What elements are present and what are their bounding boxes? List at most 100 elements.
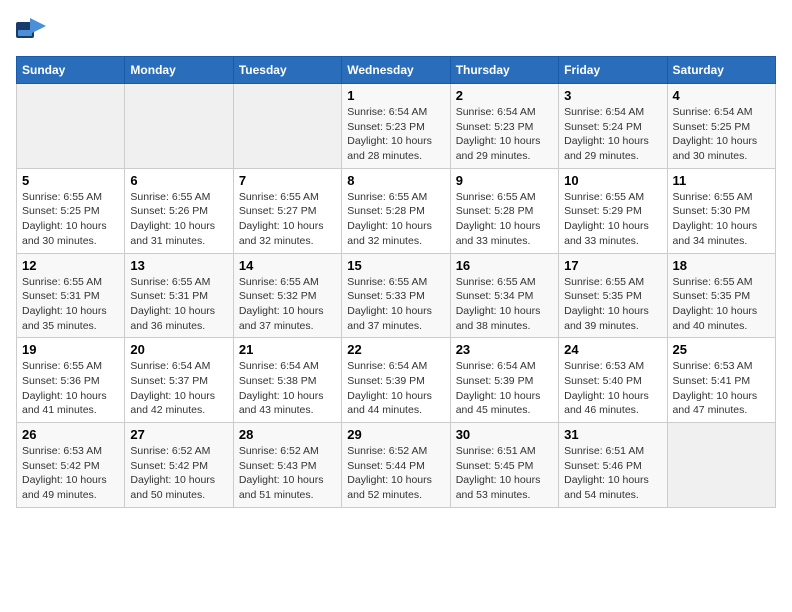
calendar-cell: 30 Sunrise: 6:51 AMSunset: 5:45 PMDayligh… xyxy=(450,423,558,508)
day-number: 6 xyxy=(130,173,227,188)
calendar-cell: 31 Sunrise: 6:51 AMSunset: 5:46 PMDayligh… xyxy=(559,423,667,508)
calendar-week-row: 12 Sunrise: 6:55 AMSunset: 5:31 PMDayligh… xyxy=(17,253,776,338)
calendar-cell: 5Sunrise: 6:55 AMSunset: 5:25 PMDaylight… xyxy=(17,168,125,253)
day-number: 15 xyxy=(347,258,444,273)
calendar-cell: 17 Sunrise: 6:55 AMSunset: 5:35 PMDayligh… xyxy=(559,253,667,338)
day-info: Sunrise: 6:55 AMSunset: 5:28 PMDaylight:… xyxy=(347,190,444,249)
day-number: 28 xyxy=(239,427,336,442)
day-number: 22 xyxy=(347,342,444,357)
calendar-cell xyxy=(125,84,233,169)
calendar-cell: 24 Sunrise: 6:53 AMSunset: 5:40 PMDayligh… xyxy=(559,338,667,423)
calendar-cell: 20 Sunrise: 6:54 AMSunset: 5:37 PMDayligh… xyxy=(125,338,233,423)
calendar-cell: 19 Sunrise: 6:55 AMSunset: 5:36 PMDayligh… xyxy=(17,338,125,423)
day-info: Sunrise: 6:53 AMSunset: 5:40 PMDaylight:… xyxy=(564,359,661,418)
day-info: Sunrise: 6:54 AMSunset: 5:37 PMDaylight:… xyxy=(130,359,227,418)
calendar-header: SundayMondayTuesdayWednesdayThursdayFrid… xyxy=(17,57,776,84)
day-info: Sunrise: 6:55 AMSunset: 5:25 PMDaylight:… xyxy=(22,190,119,249)
calendar-cell: 29Sunrise: 6:52 AMSunset: 5:44 PMDayligh… xyxy=(342,423,450,508)
day-number: 17 xyxy=(564,258,661,273)
day-info: Sunrise: 6:51 AMSunset: 5:46 PMDaylight:… xyxy=(564,444,661,503)
day-number: 24 xyxy=(564,342,661,357)
calendar-cell: 23 Sunrise: 6:54 AMSunset: 5:39 PMDayligh… xyxy=(450,338,558,423)
day-number: 14 xyxy=(239,258,336,273)
calendar-table: SundayMondayTuesdayWednesdayThursdayFrid… xyxy=(16,56,776,508)
day-info: Sunrise: 6:55 AMSunset: 5:29 PMDaylight:… xyxy=(564,190,661,249)
calendar-cell: 6 Sunrise: 6:55 AMSunset: 5:26 PMDaylight… xyxy=(125,168,233,253)
calendar-cell: 12 Sunrise: 6:55 AMSunset: 5:31 PMDayligh… xyxy=(17,253,125,338)
day-number: 8 xyxy=(347,173,444,188)
day-info: Sunrise: 6:55 AMSunset: 5:36 PMDaylight:… xyxy=(22,359,119,418)
calendar-week-row: 19 Sunrise: 6:55 AMSunset: 5:36 PMDayligh… xyxy=(17,338,776,423)
calendar-cell: 13Sunrise: 6:55 AMSunset: 5:31 PMDayligh… xyxy=(125,253,233,338)
calendar-body: 1 Sunrise: 6:54 AMSunset: 5:23 PMDaylight… xyxy=(17,84,776,508)
day-info: Sunrise: 6:55 AMSunset: 5:34 PMDaylight:… xyxy=(456,275,553,334)
calendar-cell xyxy=(17,84,125,169)
day-info: Sunrise: 6:54 AMSunset: 5:24 PMDaylight:… xyxy=(564,105,661,164)
calendar-week-row: 26Sunrise: 6:53 AMSunset: 5:42 PMDayligh… xyxy=(17,423,776,508)
day-number: 2 xyxy=(456,88,553,103)
page-header xyxy=(16,16,776,44)
day-number: 3 xyxy=(564,88,661,103)
day-info: Sunrise: 6:54 AMSunset: 5:39 PMDaylight:… xyxy=(347,359,444,418)
day-info: Sunrise: 6:55 AMSunset: 5:30 PMDaylight:… xyxy=(673,190,770,249)
day-info: Sunrise: 6:54 AMSunset: 5:23 PMDaylight:… xyxy=(456,105,553,164)
weekday-header: Friday xyxy=(559,57,667,84)
calendar-cell: 25 Sunrise: 6:53 AMSunset: 5:41 PMDayligh… xyxy=(667,338,775,423)
day-info: Sunrise: 6:54 AMSunset: 5:38 PMDaylight:… xyxy=(239,359,336,418)
calendar-cell: 10Sunrise: 6:55 AMSunset: 5:29 PMDayligh… xyxy=(559,168,667,253)
day-number: 21 xyxy=(239,342,336,357)
weekday-header: Saturday xyxy=(667,57,775,84)
calendar-cell: 11 Sunrise: 6:55 AMSunset: 5:30 PMDayligh… xyxy=(667,168,775,253)
day-info: Sunrise: 6:53 AMSunset: 5:41 PMDaylight:… xyxy=(673,359,770,418)
day-info: Sunrise: 6:55 AMSunset: 5:35 PMDaylight:… xyxy=(564,275,661,334)
calendar-cell: 22 Sunrise: 6:54 AMSunset: 5:39 PMDayligh… xyxy=(342,338,450,423)
day-info: Sunrise: 6:55 AMSunset: 5:31 PMDaylight:… xyxy=(22,275,119,334)
day-number: 18 xyxy=(673,258,770,273)
day-info: Sunrise: 6:55 AMSunset: 5:32 PMDaylight:… xyxy=(239,275,336,334)
day-number: 20 xyxy=(130,342,227,357)
day-info: Sunrise: 6:55 AMSunset: 5:26 PMDaylight:… xyxy=(130,190,227,249)
day-info: Sunrise: 6:52 AMSunset: 5:42 PMDaylight:… xyxy=(130,444,227,503)
day-info: Sunrise: 6:54 AMSunset: 5:25 PMDaylight:… xyxy=(673,105,770,164)
calendar-cell xyxy=(233,84,341,169)
day-number: 9 xyxy=(456,173,553,188)
day-number: 25 xyxy=(673,342,770,357)
day-info: Sunrise: 6:54 AMSunset: 5:23 PMDaylight:… xyxy=(347,105,444,164)
day-number: 7 xyxy=(239,173,336,188)
calendar-cell: 1 Sunrise: 6:54 AMSunset: 5:23 PMDaylight… xyxy=(342,84,450,169)
calendar-cell: 16 Sunrise: 6:55 AMSunset: 5:34 PMDayligh… xyxy=(450,253,558,338)
calendar-cell: 28 Sunrise: 6:52 AMSunset: 5:43 PMDayligh… xyxy=(233,423,341,508)
weekday-header: Thursday xyxy=(450,57,558,84)
header-row: SundayMondayTuesdayWednesdayThursdayFrid… xyxy=(17,57,776,84)
day-info: Sunrise: 6:55 AMSunset: 5:33 PMDaylight:… xyxy=(347,275,444,334)
calendar-cell: 21 Sunrise: 6:54 AMSunset: 5:38 PMDayligh… xyxy=(233,338,341,423)
day-number: 30 xyxy=(456,427,553,442)
calendar-week-row: 1 Sunrise: 6:54 AMSunset: 5:23 PMDaylight… xyxy=(17,84,776,169)
day-number: 1 xyxy=(347,88,444,103)
weekday-header: Wednesday xyxy=(342,57,450,84)
day-number: 23 xyxy=(456,342,553,357)
day-number: 27 xyxy=(130,427,227,442)
calendar-cell: 8 Sunrise: 6:55 AMSunset: 5:28 PMDaylight… xyxy=(342,168,450,253)
day-info: Sunrise: 6:55 AMSunset: 5:27 PMDaylight:… xyxy=(239,190,336,249)
calendar-cell xyxy=(667,423,775,508)
calendar-cell: 26Sunrise: 6:53 AMSunset: 5:42 PMDayligh… xyxy=(17,423,125,508)
weekday-header: Monday xyxy=(125,57,233,84)
calendar-cell: 2 Sunrise: 6:54 AMSunset: 5:23 PMDaylight… xyxy=(450,84,558,169)
weekday-header: Tuesday xyxy=(233,57,341,84)
day-info: Sunrise: 6:55 AMSunset: 5:28 PMDaylight:… xyxy=(456,190,553,249)
day-info: Sunrise: 6:51 AMSunset: 5:45 PMDaylight:… xyxy=(456,444,553,503)
day-number: 13 xyxy=(130,258,227,273)
day-number: 19 xyxy=(22,342,119,357)
day-number: 31 xyxy=(564,427,661,442)
day-info: Sunrise: 6:54 AMSunset: 5:39 PMDaylight:… xyxy=(456,359,553,418)
calendar-cell: 27 Sunrise: 6:52 AMSunset: 5:42 PMDayligh… xyxy=(125,423,233,508)
day-number: 29 xyxy=(347,427,444,442)
day-info: Sunrise: 6:52 AMSunset: 5:43 PMDaylight:… xyxy=(239,444,336,503)
day-number: 16 xyxy=(456,258,553,273)
calendar-cell: 15 Sunrise: 6:55 AMSunset: 5:33 PMDayligh… xyxy=(342,253,450,338)
logo xyxy=(16,16,52,44)
day-number: 11 xyxy=(673,173,770,188)
day-number: 12 xyxy=(22,258,119,273)
day-number: 26 xyxy=(22,427,119,442)
